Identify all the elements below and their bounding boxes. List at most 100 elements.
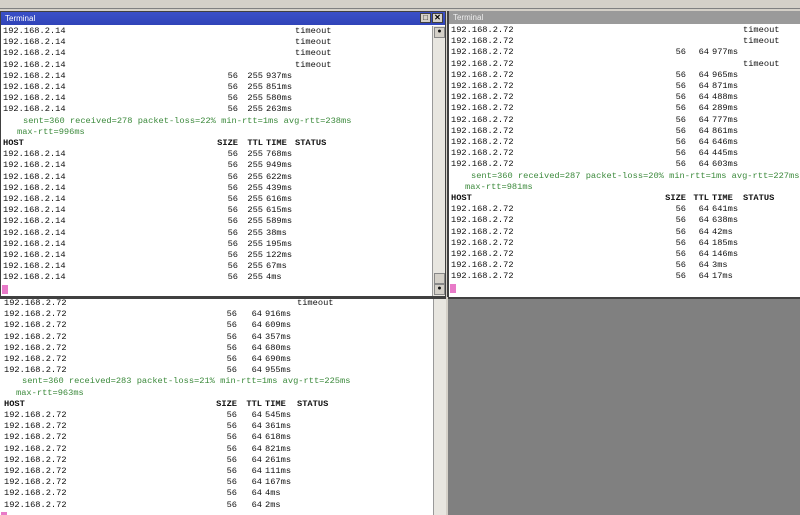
- ping-row: 192.168.2.14 56 255 589ms: [1, 216, 432, 227]
- ttl-cell: 64: [251, 443, 262, 454]
- ttl-cell: 64: [698, 103, 709, 114]
- time-cell: 851ms: [266, 82, 293, 92]
- ttl-cell: 255: [247, 272, 263, 283]
- ping-row: 192.168.2.14 56 255 38ms: [1, 228, 432, 239]
- ttl-cell: 64: [251, 365, 262, 376]
- host-cell: 192.168.2.72: [4, 365, 67, 376]
- size-cell: 56: [227, 272, 238, 283]
- time-cell: 146ms: [712, 249, 739, 259]
- scroll-thumb[interactable]: [434, 273, 445, 284]
- ping-row: 192.168.2.14 56 255 851ms: [1, 82, 432, 93]
- scroll-up-icon[interactable]: ●: [434, 27, 445, 38]
- ping-row: 192.168.2.72 56 64 17ms: [449, 271, 800, 282]
- time-cell: 949ms: [266, 160, 293, 171]
- size-cell: 56: [675, 114, 686, 125]
- status-cell: STATUS: [297, 398, 329, 409]
- terminal-output[interactable]: 192.168.2.14 timeout 192.168.2.14 timeout 19…: [1, 26, 432, 296]
- time-cell: 357ms: [265, 331, 292, 342]
- time-cell: 361ms: [265, 421, 292, 432]
- ping-row: 192.168.2.14 timeout: [1, 60, 432, 71]
- size-cell: 56: [227, 261, 238, 272]
- time-cell: 261ms: [265, 454, 292, 465]
- terminal-output[interactable]: 192.168.2.72 timeout 192.168.2.72 timeout 19…: [449, 25, 800, 297]
- ttl-cell: 64: [698, 125, 709, 136]
- size-cell: 56: [675, 103, 686, 114]
- terminal-window-bottom-left[interactable]: 192.168.2.72 timeout 192.168.2.72 56 64 916ms…: [0, 297, 446, 515]
- size-cell: 56: [227, 160, 238, 171]
- host-cell: 192.168.2.72: [4, 488, 67, 499]
- title-bar[interactable]: Terminal: [449, 11, 800, 24]
- host-cell: 192.168.2.72: [451, 36, 514, 47]
- close-button[interactable]: ✕: [432, 13, 443, 23]
- time-cell: 2ms: [265, 499, 281, 510]
- ping-row: 192.168.2.72 56 64 289ms: [449, 103, 800, 114]
- host-cell: HOST: [451, 193, 472, 203]
- ttl-cell: 255: [247, 70, 263, 81]
- host-cell: 192.168.2.14: [3, 171, 66, 182]
- time-cell: 111ms: [265, 466, 292, 476]
- ttl-cell: 64: [251, 421, 262, 432]
- size-cell: 56: [226, 309, 237, 320]
- time-cell: 488ms: [712, 92, 739, 103]
- ttl-cell: 255: [247, 93, 263, 104]
- size-cell: 56: [675, 92, 686, 103]
- host-cell: 192.168.2.14: [3, 238, 66, 249]
- title-bar[interactable]: Terminal □ ✕: [1, 12, 445, 25]
- ping-row: 192.168.2.14 56 255 122ms: [1, 250, 432, 261]
- ping-row: 192.168.2.72 56 64 871ms: [449, 81, 800, 92]
- ttl-cell: 255: [247, 160, 263, 171]
- ping-row: 192.168.2.72 timeout: [449, 36, 800, 47]
- ttl-cell: 64: [698, 204, 709, 215]
- ttl-cell: 64: [698, 47, 709, 58]
- size-cell: 56: [227, 238, 238, 249]
- ping-row: 192.168.2.72 56 64 185ms: [449, 238, 800, 249]
- ping-row: 192.168.2.14 timeout: [1, 48, 432, 59]
- ping-row: 192.168.2.72 56 64 821ms: [0, 444, 433, 455]
- host-cell: 192.168.2.14: [3, 227, 66, 238]
- ping-row: 192.168.2.72 56 64 2ms: [0, 500, 433, 511]
- ping-row: 192.168.2.14 56 255 195ms: [1, 239, 432, 250]
- time-cell: 615ms: [266, 205, 293, 216]
- ping-row: 192.168.2.72 56 64 146ms: [449, 249, 800, 260]
- ping-row: 192.168.2.72 56 64 357ms: [0, 332, 433, 343]
- scroll-down-icon[interactable]: ●: [434, 284, 445, 295]
- host-cell: 192.168.2.72: [451, 271, 514, 282]
- host-cell: 192.168.2.72: [4, 499, 67, 510]
- ping-row: 192.168.2.72 timeout: [449, 59, 800, 70]
- size-cell: 56: [675, 215, 686, 226]
- time-cell: 122ms: [266, 250, 293, 260]
- size-cell: 56: [227, 104, 238, 115]
- ttl-cell: 64: [251, 477, 262, 488]
- host-cell: HOST: [3, 138, 24, 148]
- host-cell: 192.168.2.72: [4, 309, 67, 320]
- scrollbar[interactable]: [433, 299, 446, 515]
- status-cell: timeout: [743, 58, 780, 69]
- host-cell: 192.168.2.14: [3, 149, 66, 160]
- time-cell: 861ms: [712, 125, 739, 136]
- window-title: Terminal: [5, 14, 36, 23]
- scrollbar[interactable]: ● ●: [432, 26, 445, 296]
- ping-summary: max-rtt=996ms: [1, 127, 432, 138]
- host-cell: 192.168.2.72: [451, 81, 514, 91]
- terminal-window-top-right[interactable]: Terminal 192.168.2.72 timeout 192.168.2.72…: [447, 11, 800, 297]
- time-cell: 603ms: [712, 159, 739, 170]
- host-cell: 192.168.2.72: [4, 466, 67, 476]
- host-cell: 192.168.2.14: [3, 93, 66, 104]
- terminal-output[interactable]: 192.168.2.72 timeout 192.168.2.72 56 64 916ms…: [0, 299, 433, 515]
- size-cell: 56: [227, 171, 238, 182]
- size-cell: 56: [675, 249, 686, 259]
- ttl-cell: 255: [247, 182, 263, 193]
- host-cell: 192.168.2.72: [4, 331, 67, 342]
- ttl-cell: 64: [251, 331, 262, 342]
- ttl-cell: TTL: [693, 193, 709, 203]
- host-cell: 192.168.2.14: [3, 261, 66, 272]
- host-cell: 192.168.2.72: [4, 320, 67, 331]
- terminal-window-top-left[interactable]: Terminal □ ✕ 192.168.2.14 timeout 192.168.…: [0, 11, 446, 297]
- host-cell: 192.168.2.72: [4, 421, 67, 432]
- maximize-button[interactable]: □: [420, 13, 431, 23]
- size-cell: 56: [227, 149, 238, 160]
- ping-row: 192.168.2.72 timeout: [449, 25, 800, 36]
- ttl-cell: 255: [247, 194, 263, 204]
- ping-row: 192.168.2.72 56 64 618ms: [0, 432, 433, 443]
- ttl-cell: 64: [251, 342, 262, 353]
